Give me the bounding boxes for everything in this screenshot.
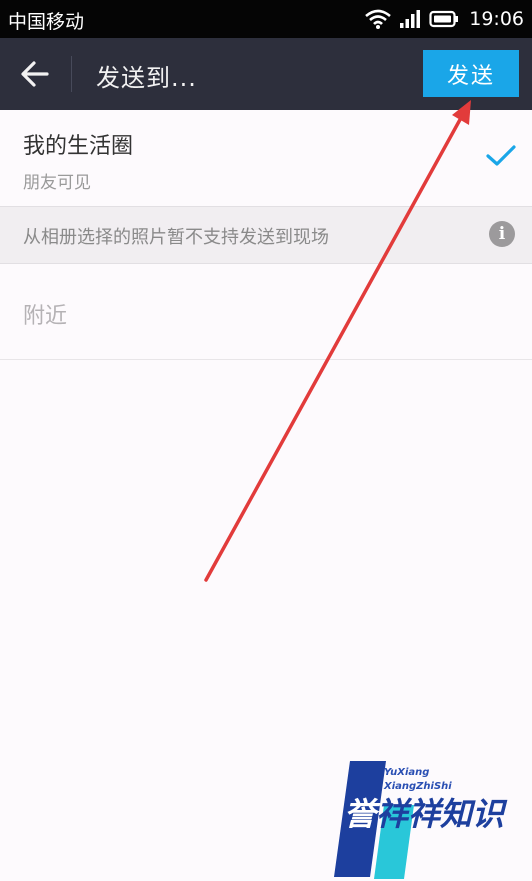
battery-icon [429,10,459,28]
option-nearby[interactable]: 附近 [0,264,532,360]
watermark-brand-rest: 祥祥知识 [376,795,505,833]
option-my-life-circle[interactable]: 我的生活圈 朋友可见 [0,110,532,207]
top-app-bar: 发送到... 发送 [0,38,532,110]
wifi-icon [365,9,392,29]
option-subtitle: 朋友可见 [23,173,91,193]
status-bar: 中国移动 19:06 [0,0,532,38]
watermark-line1: YuXiang [384,767,430,778]
back-button[interactable] [14,56,54,92]
watermark-logo: YuXiang XiangZhiShi 誉祥祥知识 [322,757,532,881]
notice-text: 从相册选择的照片暂不支持发送到现场 [23,227,329,248]
status-icons: 19:06 [365,0,524,38]
watermark-brand: 誉祥祥知识 [344,789,504,835]
signal-icon [400,10,421,28]
carrier-name: 中国移动 [8,11,85,33]
checkmark-icon [486,145,516,166]
notice-bar: 从相册选择的照片暂不支持发送到现场 [0,207,532,264]
back-arrow-icon [21,61,49,87]
page-title: 发送到... [96,64,197,92]
watermark-brand-first: 誉 [344,795,377,833]
info-icon[interactable]: i [489,221,515,247]
option-label: 附近 [23,304,68,329]
header-divider [71,56,72,92]
send-button[interactable]: 发送 [423,50,519,97]
clock: 19:06 [469,8,524,30]
option-title: 我的生活圈 [23,134,134,159]
